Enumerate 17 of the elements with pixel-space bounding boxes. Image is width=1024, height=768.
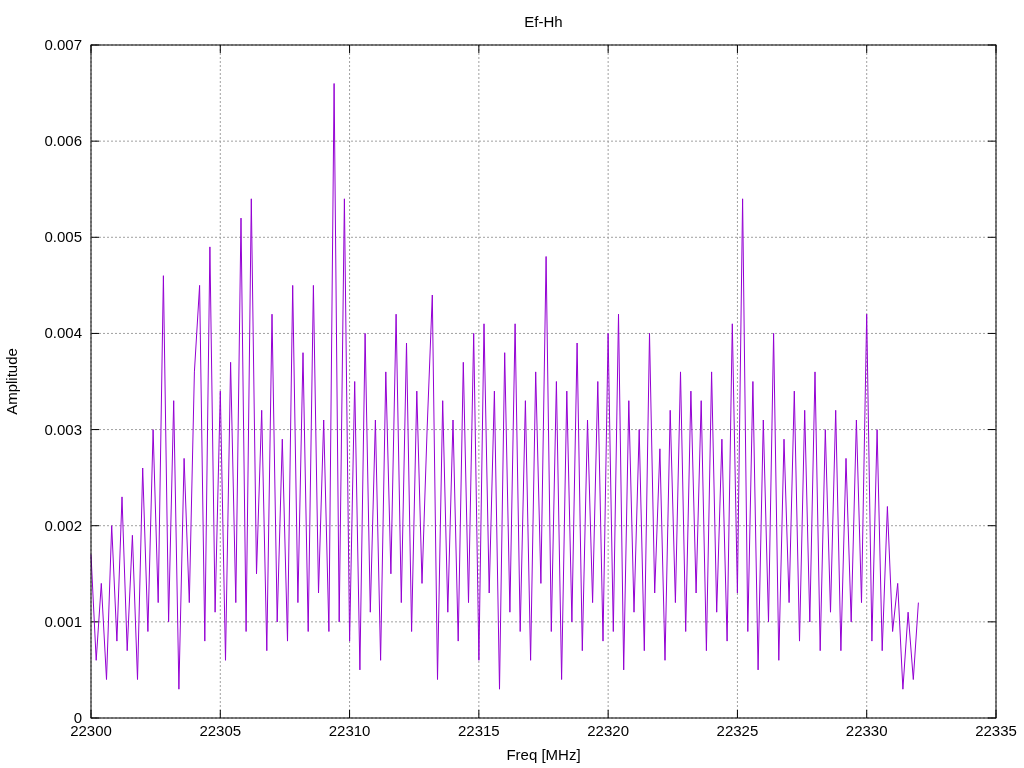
axis-label: Freq [MHz]	[506, 746, 581, 763]
tick-label: 22310	[328, 722, 371, 739]
tick-label: 0.002	[44, 516, 82, 534]
tick-label: 0.003	[44, 420, 82, 438]
tick-label: 0.005	[44, 228, 82, 246]
tick-label: 0.004	[44, 324, 82, 342]
axis-label: Amplitude	[3, 348, 20, 415]
tick-label: 22325	[716, 722, 759, 739]
tick-label: 0.001	[44, 612, 82, 630]
tick-label: 22335	[975, 722, 1017, 739]
tick-label: 22315	[458, 722, 500, 739]
tick-label: 22305	[199, 722, 242, 739]
tick-label: 0.006	[44, 132, 82, 150]
tick-label: 22320	[587, 722, 629, 739]
tick-label: 0.007	[44, 36, 82, 53]
chart-title: Ef-Hh	[524, 13, 563, 30]
tick-label: 22330	[845, 722, 888, 739]
